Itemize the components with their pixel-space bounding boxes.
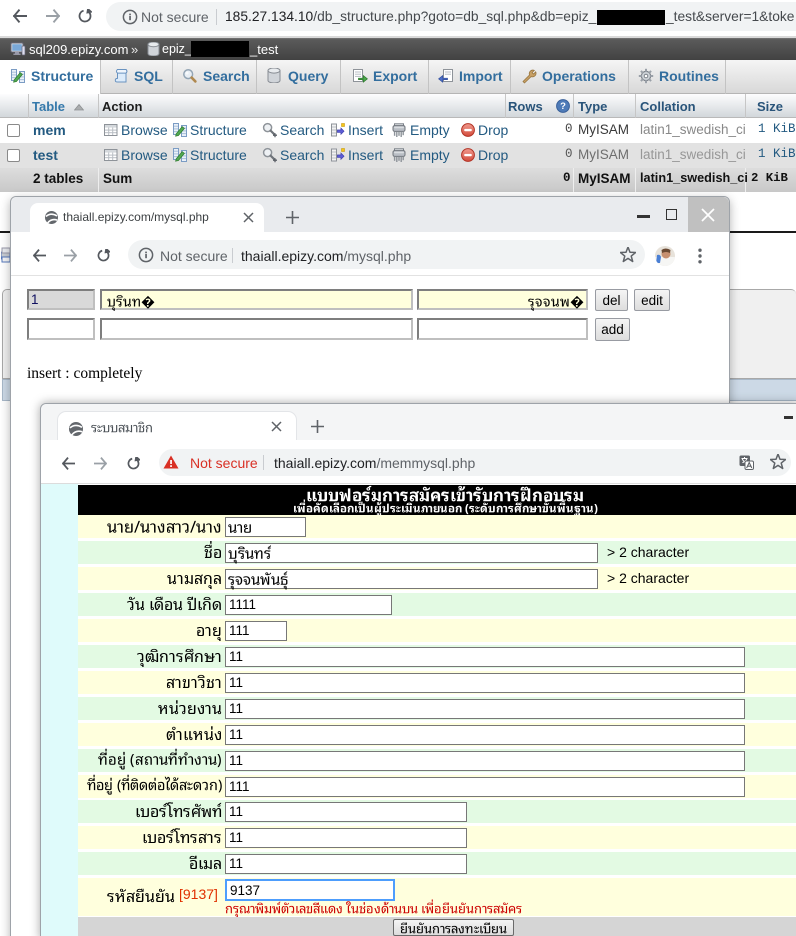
svg-text:?: ?	[560, 101, 566, 112]
